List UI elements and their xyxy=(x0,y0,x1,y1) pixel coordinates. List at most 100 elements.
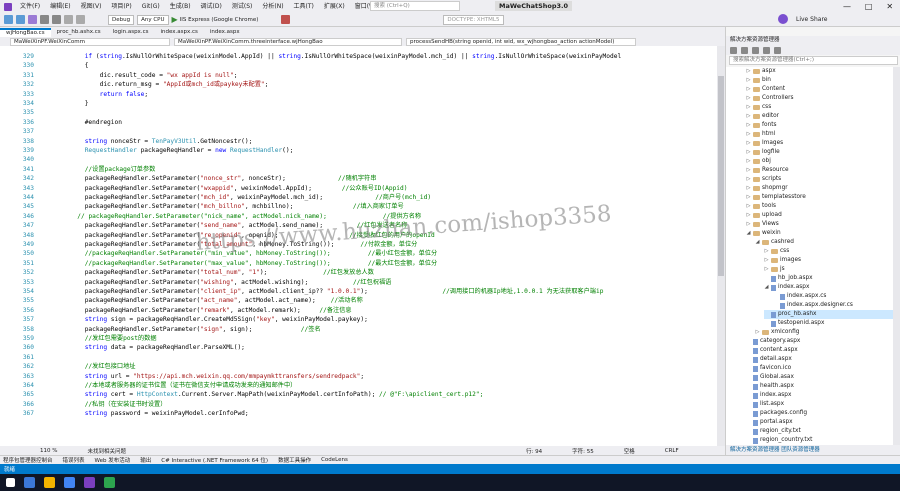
method-dropdown[interactable]: processSendHB(string openid, int wid, wx… xyxy=(406,37,636,46)
avatar[interactable] xyxy=(778,14,788,24)
tab-4[interactable]: index.aspx.cs xyxy=(154,28,203,37)
expand-arrow-icon[interactable]: ▷ xyxy=(746,211,751,220)
code-line[interactable]: //本地或者服务器的证书位置（证书在微信支付申请成功发来的通知邮件中） xyxy=(40,381,297,390)
home-icon[interactable] xyxy=(730,46,737,54)
visual-studio-icon[interactable] xyxy=(84,477,95,488)
tree-item[interactable]: ▷ js xyxy=(764,265,893,274)
code-line[interactable]: string url = "https://api.mch.weixin.qq.… xyxy=(40,372,364,381)
expand-arrow-icon[interactable]: ▷ xyxy=(764,265,769,274)
close-button[interactable]: ✕ xyxy=(886,2,893,11)
bottom-tab[interactable]: 程序包管理器控制台 xyxy=(3,456,53,464)
expand-arrow-icon[interactable]: ◢ xyxy=(755,238,760,247)
code-line[interactable]: packageReqHandler.SetParameter("act_name… xyxy=(40,296,363,305)
tree-item[interactable]: ▷ logfile xyxy=(746,148,893,157)
live-share-button[interactable]: Live Share xyxy=(796,16,827,23)
code-line[interactable]: packageReqHandler.SetParameter("total_nu… xyxy=(40,268,374,277)
code-line[interactable]: if (string.IsNullOrWhiteSpace(weixinMode… xyxy=(40,52,621,61)
tab-5[interactable]: index.aspx xyxy=(204,28,246,37)
zoom-level[interactable]: 110 % xyxy=(40,448,57,454)
expand-arrow-icon[interactable]: ▷ xyxy=(755,328,760,337)
minimize-button[interactable]: — xyxy=(843,2,851,11)
tree-item[interactable]: region_country.txt xyxy=(746,436,893,445)
menu-item[interactable]: Git(G) xyxy=(137,0,165,13)
editor-scrollbar[interactable] xyxy=(717,46,725,446)
code-line[interactable]: packageReqHandler.SetParameter("sign", s… xyxy=(40,325,321,334)
expand-arrow-icon[interactable]: ▷ xyxy=(746,130,751,139)
code-line[interactable]: { xyxy=(40,61,89,70)
tree-item[interactable]: index.aspx.cs xyxy=(773,292,893,301)
expand-arrow-icon[interactable]: ▷ xyxy=(746,67,751,76)
doctype-select[interactable]: DOCTYPE: XHTML5 xyxy=(443,14,504,25)
tree-item[interactable]: favicon.ico xyxy=(746,364,893,373)
save-icon[interactable] xyxy=(40,15,49,24)
start-icon[interactable] xyxy=(6,478,15,487)
tree-scrollbar[interactable] xyxy=(893,67,900,445)
tab-2[interactable]: proc_hb.ashx.cs xyxy=(51,28,107,37)
menu-item[interactable]: 编辑(E) xyxy=(45,0,75,13)
tree-item[interactable]: ◢ weixin xyxy=(746,229,893,238)
code-line[interactable]: packageReqHandler.SetParameter("remark",… xyxy=(40,306,352,315)
configuration-select[interactable]: Debug xyxy=(108,14,135,25)
code-line[interactable]: //私钥（在安装证书时设置） xyxy=(40,400,167,409)
code-line[interactable]: //发红包接口地址 xyxy=(40,362,136,371)
code-line[interactable]: packageReqHandler.SetParameter("wishing"… xyxy=(40,278,392,287)
code-line[interactable]: RequestHandler packageReqHandler = new R… xyxy=(40,146,294,155)
new-project-icon[interactable] xyxy=(28,15,37,24)
menu-item[interactable]: 生成(B) xyxy=(165,0,196,13)
code-editor[interactable]: 329 330 331 332 333 334 335 336 337 338 339 340 341 3… xyxy=(0,46,725,446)
expand-arrow-icon[interactable]: ▷ xyxy=(746,184,751,193)
expand-arrow-icon[interactable]: ◢ xyxy=(746,229,751,238)
expand-arrow-icon[interactable]: ▷ xyxy=(746,121,751,130)
expand-arrow-icon[interactable]: ▷ xyxy=(746,94,751,103)
bottom-tab[interactable]: 错误列表 xyxy=(63,456,85,464)
solution-search-input[interactable]: 搜索解决方案资源管理器(Ctrl+;) xyxy=(729,56,898,65)
expand-arrow-icon[interactable]: ◢ xyxy=(764,283,769,292)
expand-arrow-icon[interactable]: ▷ xyxy=(746,157,751,166)
menu-item[interactable]: 视图(V) xyxy=(76,0,107,13)
tree-item[interactable]: ▷ xmlconfig xyxy=(755,328,893,337)
code-line[interactable]: //发红包需要post的数据 xyxy=(40,334,157,343)
expand-arrow-icon[interactable]: ▷ xyxy=(746,193,751,202)
expand-arrow-icon[interactable]: ▷ xyxy=(746,175,751,184)
expand-arrow-icon[interactable]: ▷ xyxy=(746,139,751,148)
code-line[interactable]: return false; xyxy=(40,90,148,99)
tree-item[interactable]: ◢ cashred xyxy=(755,238,893,247)
tree-item[interactable]: ▷ css xyxy=(746,103,893,112)
tree-item[interactable]: ▷ editor xyxy=(746,112,893,121)
back-icon[interactable] xyxy=(4,15,13,24)
bottom-tab[interactable]: Web 发布活动 xyxy=(95,456,131,464)
tree-item[interactable]: ▷ shopmgr xyxy=(746,184,893,193)
refresh-icon[interactable] xyxy=(281,15,291,24)
code-line[interactable]: string nonceStr = TenPayV3Util.GetNonces… xyxy=(40,137,253,146)
run-button[interactable]: ▶ IIS Express (Google Chrome) xyxy=(172,15,259,24)
menu-item[interactable]: 项目(P) xyxy=(106,0,136,13)
bottom-tab[interactable]: 数据工具操作 xyxy=(278,456,311,464)
refresh-icon[interactable] xyxy=(752,46,759,54)
tree-item[interactable]: region_city.txt xyxy=(746,427,893,436)
project-dropdown[interactable]: MaWeiXinPF.WeiXinComm xyxy=(10,37,170,46)
explorer-icon[interactable] xyxy=(44,477,55,488)
undo-icon[interactable] xyxy=(64,15,73,24)
expand-arrow-icon[interactable]: ▷ xyxy=(746,202,751,211)
menu-item[interactable]: 测试(S) xyxy=(227,0,258,13)
menu-item[interactable]: 调试(D) xyxy=(196,0,227,13)
bottom-tab[interactable]: C# Interactive (.NET Framework 64 位) xyxy=(161,456,268,464)
menu-item[interactable]: 工具(T) xyxy=(289,0,319,13)
collapse-icon[interactable] xyxy=(763,46,770,54)
tree-item[interactable]: ▷ upload xyxy=(746,211,893,220)
tree-item[interactable]: list.aspx xyxy=(746,400,893,409)
menu-item[interactable]: 分析(N) xyxy=(257,0,288,13)
code-line[interactable]: packageReqHandler.SetParameter("mch_bill… xyxy=(40,202,404,211)
search-input[interactable]: 搜索 (Ctrl+Q) xyxy=(370,1,460,11)
tree-item[interactable]: ▷ obj xyxy=(746,157,893,166)
save-all-icon[interactable] xyxy=(52,15,61,24)
tree-item[interactable]: content.aspx xyxy=(746,346,893,355)
forward-icon[interactable] xyxy=(16,15,25,24)
issues-indicator[interactable]: 未找到相关问题 xyxy=(87,447,126,455)
tree-item[interactable]: portal.aspx xyxy=(746,418,893,427)
panel-bottom-tabs[interactable]: 解决方案资源管理器 团队资源管理器 xyxy=(726,445,900,455)
code-line[interactable]: string password = weixinPayModel.cerInfo… xyxy=(40,409,249,418)
tree-item[interactable]: index.aspx xyxy=(746,391,893,400)
tree-item[interactable]: ▷ aspx xyxy=(746,67,893,76)
tree-item[interactable]: ▷ fonts xyxy=(746,121,893,130)
